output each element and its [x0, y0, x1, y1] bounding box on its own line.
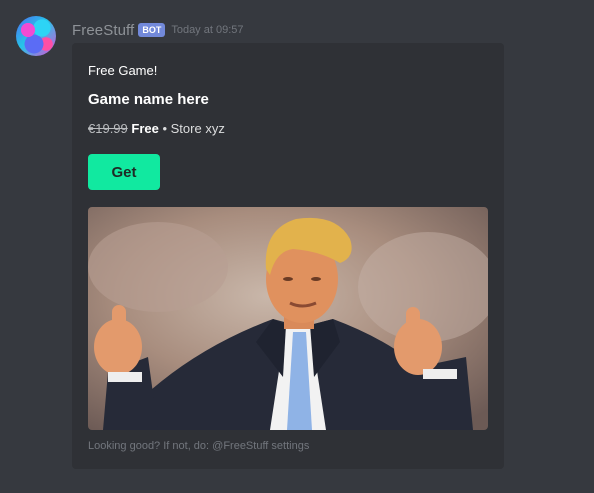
left-thumb	[112, 305, 126, 339]
embed-title: Game name here	[88, 91, 209, 108]
embed-author: Free Game!	[88, 63, 158, 78]
eye-left	[283, 277, 293, 281]
embed-footer: Looking good? If not, do: @FreeStuff set…	[88, 440, 310, 452]
timestamp[interactable]: Today at 09:57	[171, 24, 243, 36]
left-cuff	[108, 372, 142, 382]
embed-description: €19.99 Free • Store xyz	[88, 121, 225, 136]
bot-badge: BOT	[138, 23, 166, 37]
username[interactable]: FreeStuff	[72, 22, 134, 39]
separator: •	[158, 121, 171, 136]
bg-blur-1	[88, 222, 228, 312]
message-header: FreeStuff BOT Today at 09:57	[72, 21, 244, 39]
old-price: €19.99	[88, 121, 128, 136]
store-name: Store xyz	[170, 121, 225, 136]
avatar[interactable]	[16, 16, 56, 56]
chat-message: FreeStuff BOT Today at 09:57 Free Game! …	[0, 0, 594, 493]
embed-image[interactable]	[88, 207, 488, 430]
right-thumb	[406, 307, 420, 341]
get-button[interactable]: Get	[88, 154, 160, 190]
embed-card: Free Game! Game name here €19.99 Free • …	[72, 43, 504, 469]
right-cuff	[423, 369, 457, 379]
new-price: Free	[131, 121, 159, 136]
eye-right	[311, 277, 321, 281]
